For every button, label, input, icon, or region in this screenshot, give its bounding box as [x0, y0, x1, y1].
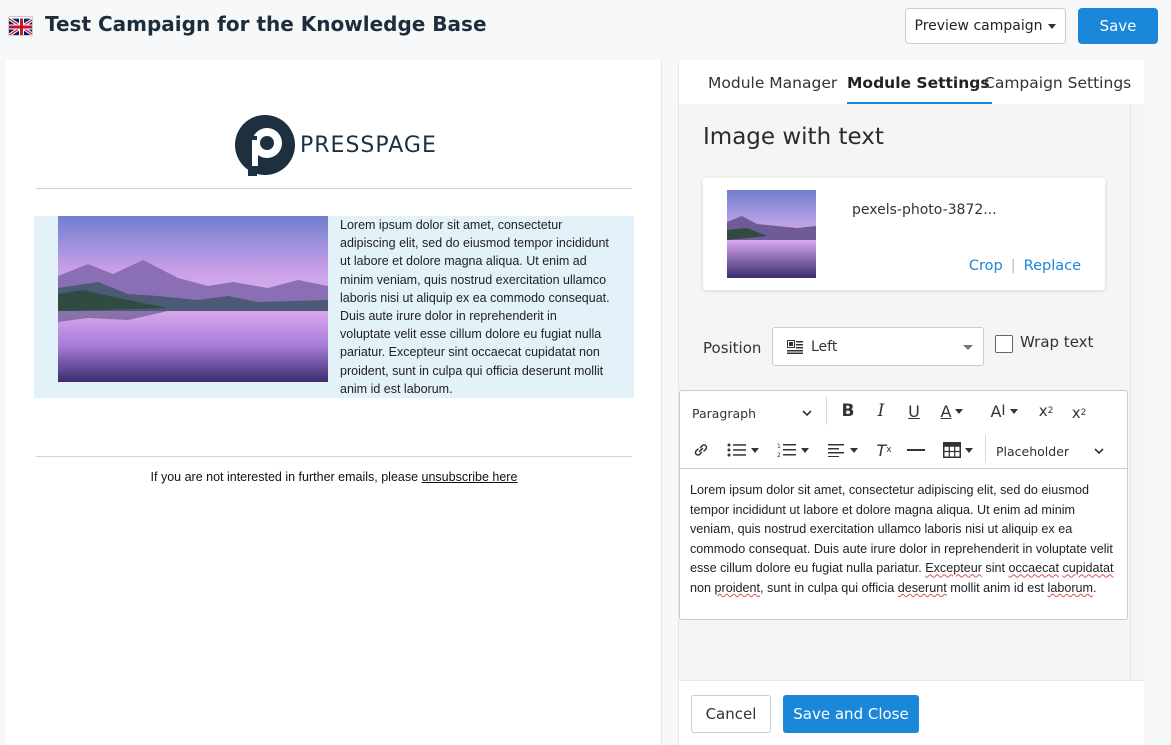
- divider: [36, 188, 632, 189]
- logo-text: PRESSPAGE: [300, 132, 437, 158]
- bold-icon[interactable]: B: [837, 399, 859, 423]
- save-and-close-button[interactable]: Save and Close: [783, 695, 919, 733]
- module-title: Image with text: [703, 124, 884, 150]
- misspelled-word: laborum: [1047, 580, 1094, 595]
- rich-text-editor: Paragraph B I U A AI x2 x2 1 2 T x Place…: [679, 390, 1128, 620]
- numbered-list-icon[interactable]: 12: [772, 439, 814, 461]
- tab-campaign-settings[interactable]: Campaign Settings: [984, 60, 1131, 104]
- chevron-down-icon[interactable]: [1094, 441, 1104, 461]
- chevron-down-icon: [963, 345, 973, 350]
- paragraph-label: Paragraph: [692, 405, 757, 421]
- position-label: Position: [703, 339, 762, 357]
- footer-text: If you are not interested in further ema…: [36, 470, 632, 484]
- separator: |: [1010, 258, 1016, 274]
- replace-link[interactable]: Replace: [1024, 258, 1081, 274]
- editor-text: sint: [981, 561, 1009, 576]
- underline-icon[interactable]: U: [903, 399, 925, 423]
- toolbar-divider: [985, 435, 986, 463]
- misspelled-word: deserunt: [897, 580, 947, 595]
- font-size-icon[interactable]: AI: [985, 399, 1023, 423]
- tab-module-settings[interactable]: Module Settings: [847, 60, 992, 104]
- save-button[interactable]: Save: [1078, 8, 1158, 44]
- unsubscribe-link[interactable]: unsubscribe here: [422, 470, 518, 484]
- cancel-button[interactable]: Cancel: [691, 695, 771, 733]
- tab-bar: Module Manager Module Settings Campaign …: [679, 60, 1144, 104]
- placeholder-label: Placeholder: [996, 443, 1070, 459]
- position-value: Left: [811, 338, 838, 355]
- footer-message: If you are not interested in further ema…: [150, 470, 422, 484]
- paragraph-dropdown[interactable]: Paragraph: [692, 403, 756, 423]
- editor-text: , sunt in culpa qui officia: [760, 580, 898, 595]
- page-title: Test Campaign for the Knowledge Base: [45, 12, 487, 36]
- misspelled-word: proident: [714, 580, 761, 595]
- misspelled-word: Excepteur: [925, 561, 982, 576]
- lake-image: [58, 216, 328, 382]
- image-left-icon: [787, 339, 803, 354]
- presspage-logo-icon: [235, 115, 295, 176]
- placeholder-dropdown[interactable]: Placeholder: [996, 441, 1069, 461]
- chevron-down-icon: [1048, 23, 1057, 29]
- crop-link[interactable]: Crop: [969, 258, 1003, 274]
- table-icon[interactable]: [938, 439, 978, 461]
- font-color-icon[interactable]: A: [935, 399, 969, 423]
- wrap-text-checkbox[interactable]: [995, 335, 1013, 353]
- wrap-text-label: Wrap text: [1020, 333, 1094, 351]
- subscript-icon[interactable]: x2: [1067, 401, 1091, 425]
- misspelled-word: occaecat: [1008, 561, 1059, 576]
- presspage-logo: PRESSPAGE: [234, 114, 437, 176]
- link-icon[interactable]: [690, 439, 712, 461]
- align-icon[interactable]: [822, 439, 864, 461]
- bulleted-list-icon[interactable]: [722, 439, 764, 461]
- preview-campaign-label: Preview campaign: [914, 18, 1043, 34]
- superscript-icon[interactable]: x2: [1034, 399, 1058, 423]
- misspelled-word: cupidatat: [1062, 561, 1114, 576]
- svg-text:2: 2: [777, 452, 781, 458]
- svg-text:1: 1: [777, 443, 781, 450]
- editor-text: non: [690, 580, 715, 595]
- image-actions: Crop | Replace: [969, 258, 1081, 274]
- scrollbar[interactable]: [1130, 104, 1144, 680]
- editor-text: mollit anim id est: [946, 580, 1048, 595]
- italic-icon[interactable]: I: [870, 399, 892, 423]
- image-card: pexels-photo-3872... Crop | Replace: [703, 178, 1105, 290]
- app-header: Test Campaign for the Knowledge Base Pre…: [0, 0, 1171, 58]
- module-settings-content: Image with text pexels-photo-3872... Cro…: [679, 104, 1130, 680]
- image-with-text-module[interactable]: Lorem ipsum dolor sit amet, consectetur …: [34, 216, 634, 398]
- clear-formatting-icon[interactable]: Tx: [872, 439, 896, 461]
- chevron-down-icon[interactable]: [802, 403, 812, 423]
- editor-text: .: [1093, 580, 1097, 595]
- divider: [36, 456, 632, 457]
- editor-content[interactable]: Lorem ipsum dolor sit amet, consectetur …: [690, 481, 1120, 599]
- position-select[interactable]: Left: [772, 327, 984, 366]
- email-preview: PRESSPAGE Lorem ipsum dolor sit amet, co…: [6, 60, 662, 745]
- editor-toolbar: Paragraph B I U A AI x2 x2 1 2 T x Place…: [680, 391, 1127, 469]
- action-bar: Cancel Save and Close: [679, 680, 1144, 745]
- module-body-text: Lorem ipsum dolor sit amet, consectetur …: [340, 218, 610, 396]
- settings-panel: Module Manager Module Settings Campaign …: [678, 60, 1144, 745]
- preview-campaign-button[interactable]: Preview campaign: [905, 8, 1066, 44]
- horizontal-line-icon[interactable]: [904, 439, 928, 461]
- toolbar-divider: [826, 397, 827, 425]
- image-filename: pexels-photo-3872...: [852, 202, 997, 218]
- uk-flag-icon: [8, 16, 33, 36]
- tab-module-manager[interactable]: Module Manager: [708, 60, 837, 104]
- image-thumbnail[interactable]: [727, 190, 816, 278]
